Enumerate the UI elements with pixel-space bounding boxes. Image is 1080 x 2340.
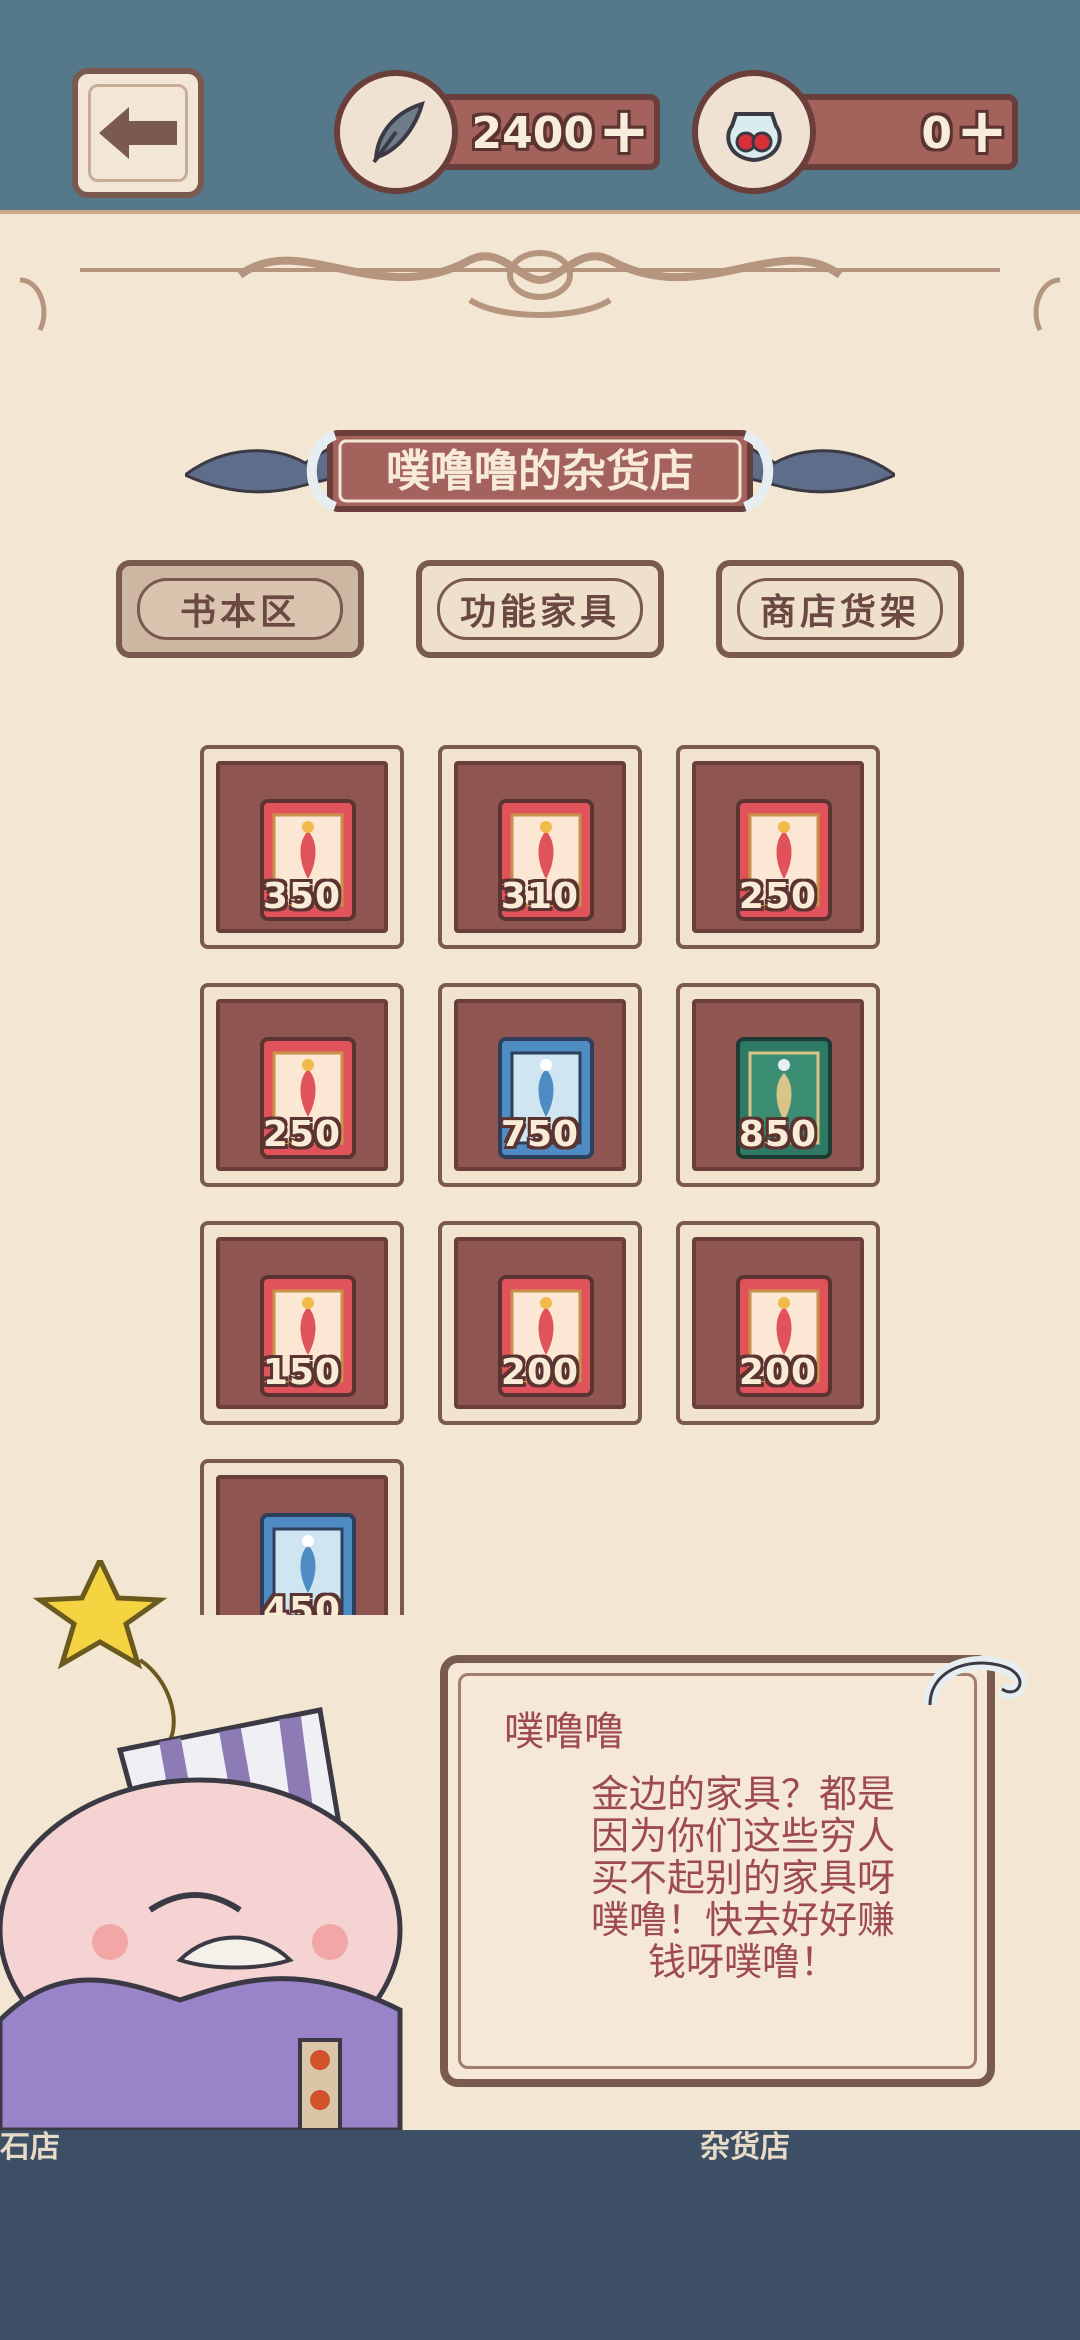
tab-books[interactable]: 书本区 (116, 560, 364, 658)
dialog-line: 钱呀噗噜！ (647, 1940, 838, 1984)
dialog-message: 金边的家具？都是 因为你们这些穷人 买不起别的家具呀 噗噜！快去好好赚 钱呀噗噜… (528, 1773, 958, 1983)
npc-dialog[interactable]: 噗噜噜 金边的家具？都是 因为你们这些穷人 买不起别的家具呀 噗噜！快去好好赚 … (440, 1655, 995, 2087)
tab-shop-shelves-label: 商店货架 (737, 578, 943, 640)
tab-shop-shelves[interactable]: 商店货架 (716, 560, 964, 658)
dialog-line: 金边的家具？都是 (590, 1772, 895, 1816)
dialog-speaker: 噗噜噜 (504, 1709, 624, 1755)
dialog-line: 因为你们这些穷人 (590, 1814, 895, 1858)
item-price: 200 (738, 1352, 818, 1393)
item-price: 250 (738, 876, 818, 917)
item-price: 200 (500, 1352, 580, 1393)
back-button[interactable] (72, 68, 204, 198)
book-item[interactable]: 350 (200, 745, 404, 949)
add-berries-button[interactable]: + (954, 100, 1010, 162)
feather-currency: 2400 + (334, 70, 660, 194)
book-item[interactable]: 310 (438, 745, 642, 949)
add-feathers-button[interactable]: + (596, 100, 652, 162)
item-price: 310 (500, 876, 580, 917)
item-price: 250 (262, 1114, 342, 1155)
book-item[interactable]: 250 (676, 745, 880, 949)
item-price: 850 (738, 1114, 818, 1155)
item-price: 350 (262, 876, 342, 917)
sign-left: 石店 (0, 2130, 60, 2165)
dialog-line: 噗噜！快去好好赚 (590, 1898, 895, 1942)
tab-functional-furniture-label: 功能家具 (437, 578, 643, 640)
berry-jar-icon (692, 70, 816, 194)
shop-title: 噗噜噜的杂货店 (386, 446, 694, 497)
berry-count: 0 (921, 108, 952, 159)
book-item[interactable]: 150 (200, 1221, 404, 1425)
book-item[interactable]: 250 (200, 983, 404, 1187)
berry-currency: 0 + (692, 70, 1018, 194)
arrow-left-icon (99, 107, 177, 159)
item-price: 750 (500, 1114, 580, 1155)
feather-icon (334, 70, 458, 194)
top-ornament (19, 250, 1061, 332)
book-item[interactable]: 850 (676, 983, 880, 1187)
book-item[interactable]: 200 (438, 1221, 642, 1425)
tab-books-label: 书本区 (137, 578, 343, 640)
dialog-corner-ornament (923, 1656, 1027, 1706)
tab-functional-furniture[interactable]: 功能家具 (416, 560, 664, 658)
bottom-scene (0, 2130, 1080, 2340)
item-grid: 350 310 250 250 750 850 150 200 200 450 (0, 700, 1080, 1615)
item-price: 150 (262, 1352, 342, 1393)
shopkeeper-character (0, 1560, 403, 2130)
sign-right: 杂货店 (700, 2130, 790, 2165)
feather-count: 2400 (471, 108, 594, 159)
book-item[interactable]: 200 (676, 1221, 880, 1425)
dialog-line: 买不起别的家具呀 (590, 1856, 895, 1900)
book-item[interactable]: 750 (438, 983, 642, 1187)
